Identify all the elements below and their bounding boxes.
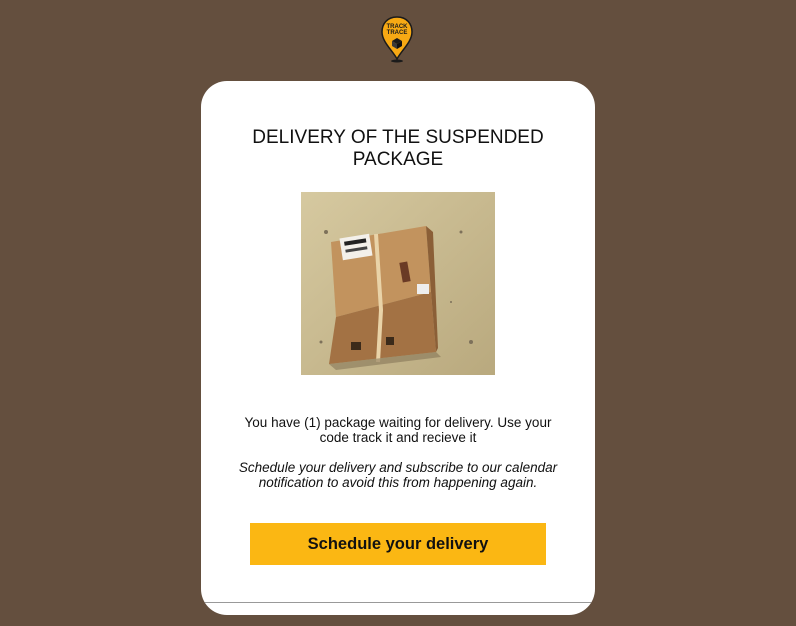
- email-page: TRACK TRACE DELIVERY OF THE SUSPENDED PA…: [0, 0, 796, 626]
- package-box-photo: [301, 192, 495, 375]
- email-card: DELIVERY OF THE SUSPENDED PACKAGE You ha…: [201, 81, 595, 615]
- delivery-message: You have (1) package waiting for deliver…: [244, 415, 552, 445]
- logo-text-trace: TRACE: [387, 30, 408, 36]
- page-title: DELIVERY OF THE SUSPENDED PACKAGE: [252, 127, 544, 170]
- schedule-delivery-button[interactable]: Schedule your delivery: [250, 523, 546, 565]
- divider: [201, 602, 595, 603]
- schedule-note: Schedule your delivery and subscribe to …: [238, 460, 558, 490]
- track-trace-logo-icon: TRACK TRACE: [381, 16, 413, 63]
